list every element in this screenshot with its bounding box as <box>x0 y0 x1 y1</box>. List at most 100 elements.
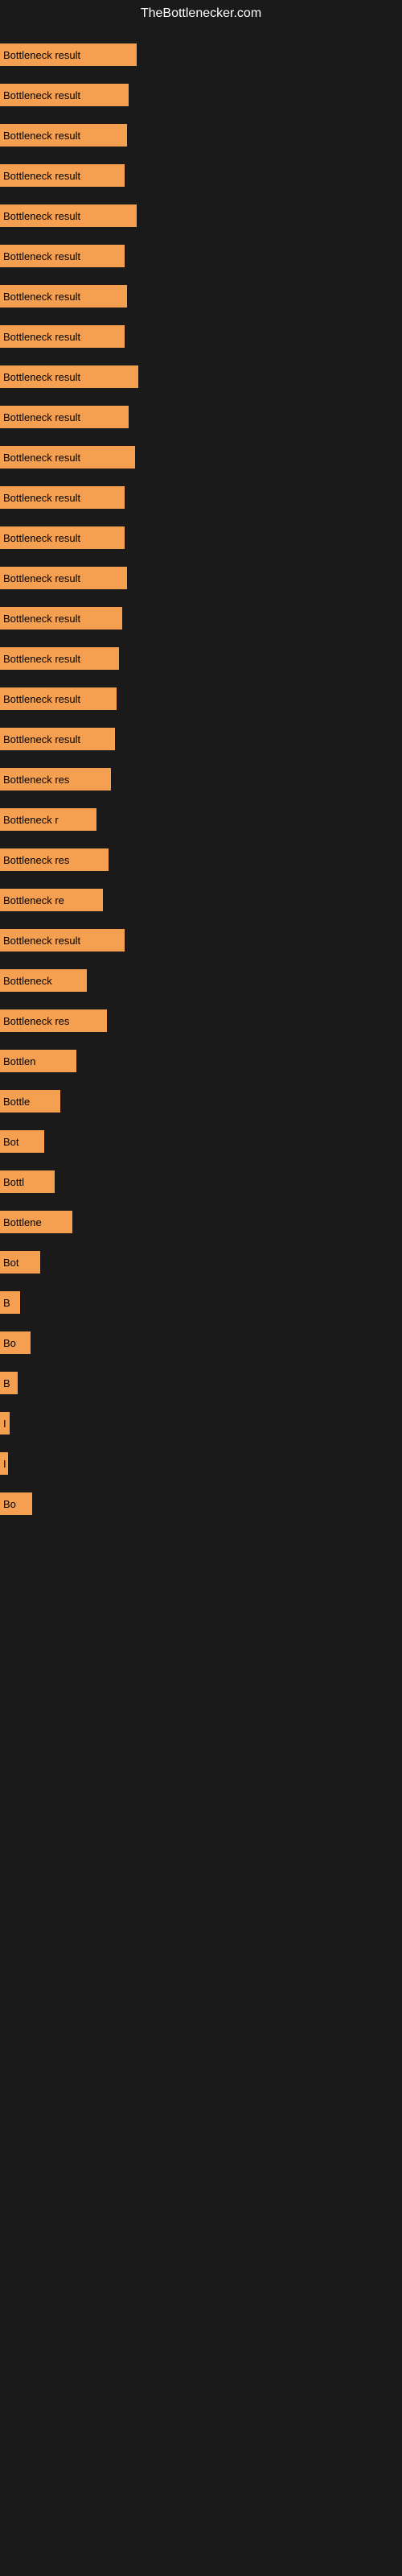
bar-17: Bottleneck result <box>0 728 115 750</box>
bar-row-17: Bottleneck result <box>0 726 402 752</box>
bar-1: Bottleneck result <box>0 84 129 106</box>
bar-label-5: Bottleneck result <box>3 250 80 262</box>
bar-row-26: Bottle <box>0 1088 402 1114</box>
bar-row-27: Bot <box>0 1129 402 1154</box>
bar-label-20: Bottleneck res <box>3 854 69 866</box>
bar-gap-11 <box>0 470 402 485</box>
bar-34: I <box>0 1412 10 1435</box>
bar-20: Bottleneck res <box>0 848 109 871</box>
bar-10: Bottleneck result <box>0 446 135 469</box>
bar-gap-18 <box>0 752 402 766</box>
bar-gap-10 <box>0 430 402 444</box>
bar-label-12: Bottleneck result <box>3 532 80 544</box>
bar-15: Bottleneck result <box>0 647 119 670</box>
bar-row-11: Bottleneck result <box>0 485 402 510</box>
bar-26: Bottle <box>0 1090 60 1113</box>
bar-gap-35 <box>0 1436 402 1451</box>
bar-gap-30 <box>0 1235 402 1249</box>
bar-row-22: Bottleneck result <box>0 927 402 953</box>
bar-label-36: Bo <box>3 1498 16 1510</box>
bar-gap-26 <box>0 1074 402 1088</box>
bar-row-10: Bottleneck result <box>0 444 402 470</box>
bar-gap-3 <box>0 148 402 163</box>
bar-row-18: Bottleneck res <box>0 766 402 792</box>
bars-container: Bottleneck result Bottleneck result Bottle… <box>0 27 402 1517</box>
bar-row-21: Bottleneck re <box>0 887 402 913</box>
bar-row-16: Bottleneck result <box>0 686 402 712</box>
bar-gap-14 <box>0 591 402 605</box>
bar-row-20: Bottleneck res <box>0 847 402 873</box>
bar-row-14: Bottleneck result <box>0 605 402 631</box>
bar-label-15: Bottleneck result <box>3 653 80 665</box>
bar-row-29: Bottlene <box>0 1209 402 1235</box>
bar-label-30: Bot <box>3 1257 19 1269</box>
bar-label-18: Bottleneck res <box>3 774 69 786</box>
bar-gap-34 <box>0 1396 402 1410</box>
bar-gap-2 <box>0 108 402 122</box>
bar-label-11: Bottleneck result <box>3 492 80 504</box>
bar-label-13: Bottleneck result <box>3 572 80 584</box>
bar-gap-23 <box>0 953 402 968</box>
bar-label-33: B <box>3 1377 10 1389</box>
bar-gap-25 <box>0 1034 402 1048</box>
bar-label-27: Bot <box>3 1136 19 1148</box>
bar-row-34: I <box>0 1410 402 1436</box>
bar-label-9: Bottleneck result <box>3 411 80 423</box>
bar-gap-12 <box>0 510 402 525</box>
bar-gap-0 <box>0 27 402 42</box>
bar-label-2: Bottleneck result <box>3 130 80 142</box>
bar-12: Bottleneck result <box>0 526 125 549</box>
bar-gap-27 <box>0 1114 402 1129</box>
bar-label-25: Bottlen <box>3 1055 35 1067</box>
bar-gap-15 <box>0 631 402 646</box>
bar-label-10: Bottleneck result <box>3 452 80 464</box>
bar-36: Bo <box>0 1492 32 1515</box>
bar-21: Bottleneck re <box>0 889 103 911</box>
bar-32: Bo <box>0 1331 31 1354</box>
bar-gap-8 <box>0 349 402 364</box>
bar-16: Bottleneck result <box>0 687 117 710</box>
bar-gap-9 <box>0 390 402 404</box>
bar-gap-7 <box>0 309 402 324</box>
site-title: TheBottlenecker.com <box>0 0 402 27</box>
bar-label-31: B <box>3 1297 10 1309</box>
bar-row-33: B <box>0 1370 402 1396</box>
bar-row-36: Bo <box>0 1491 402 1517</box>
bar-row-24: Bottleneck res <box>0 1008 402 1034</box>
bar-row-8: Bottleneck result <box>0 364 402 390</box>
bar-row-13: Bottleneck result <box>0 565 402 591</box>
bar-4: Bottleneck result <box>0 204 137 227</box>
bar-label-19: Bottleneck r <box>3 814 59 826</box>
bar-11: Bottleneck result <box>0 486 125 509</box>
bar-2: Bottleneck result <box>0 124 127 147</box>
bar-row-19: Bottleneck r <box>0 807 402 832</box>
bar-label-21: Bottleneck re <box>3 894 64 906</box>
bar-gap-5 <box>0 229 402 243</box>
bar-27: Bot <box>0 1130 44 1153</box>
bar-label-4: Bottleneck result <box>3 210 80 222</box>
bar-row-32: Bo <box>0 1330 402 1356</box>
bar-row-1: Bottleneck result <box>0 82 402 108</box>
bar-23: Bottleneck <box>0 969 87 992</box>
bar-25: Bottlen <box>0 1050 76 1072</box>
bar-gap-22 <box>0 913 402 927</box>
bar-label-23: Bottleneck <box>3 975 52 987</box>
bar-24: Bottleneck res <box>0 1009 107 1032</box>
bar-label-24: Bottleneck res <box>3 1015 69 1027</box>
bar-gap-32 <box>0 1315 402 1330</box>
bar-row-25: Bottlen <box>0 1048 402 1074</box>
bar-gap-29 <box>0 1195 402 1209</box>
bar-row-12: Bottleneck result <box>0 525 402 551</box>
bar-row-15: Bottleneck result <box>0 646 402 671</box>
bar-33: B <box>0 1372 18 1394</box>
bar-gap-19 <box>0 792 402 807</box>
bar-6: Bottleneck result <box>0 285 127 308</box>
bar-18: Bottleneck res <box>0 768 111 791</box>
bar-19: Bottleneck r <box>0 808 96 831</box>
bar-gap-16 <box>0 671 402 686</box>
bar-row-31: B <box>0 1290 402 1315</box>
bar-0: Bottleneck result <box>0 43 137 66</box>
bar-28: Bottl <box>0 1170 55 1193</box>
bar-30: Bot <box>0 1251 40 1274</box>
bar-31: B <box>0 1291 20 1314</box>
